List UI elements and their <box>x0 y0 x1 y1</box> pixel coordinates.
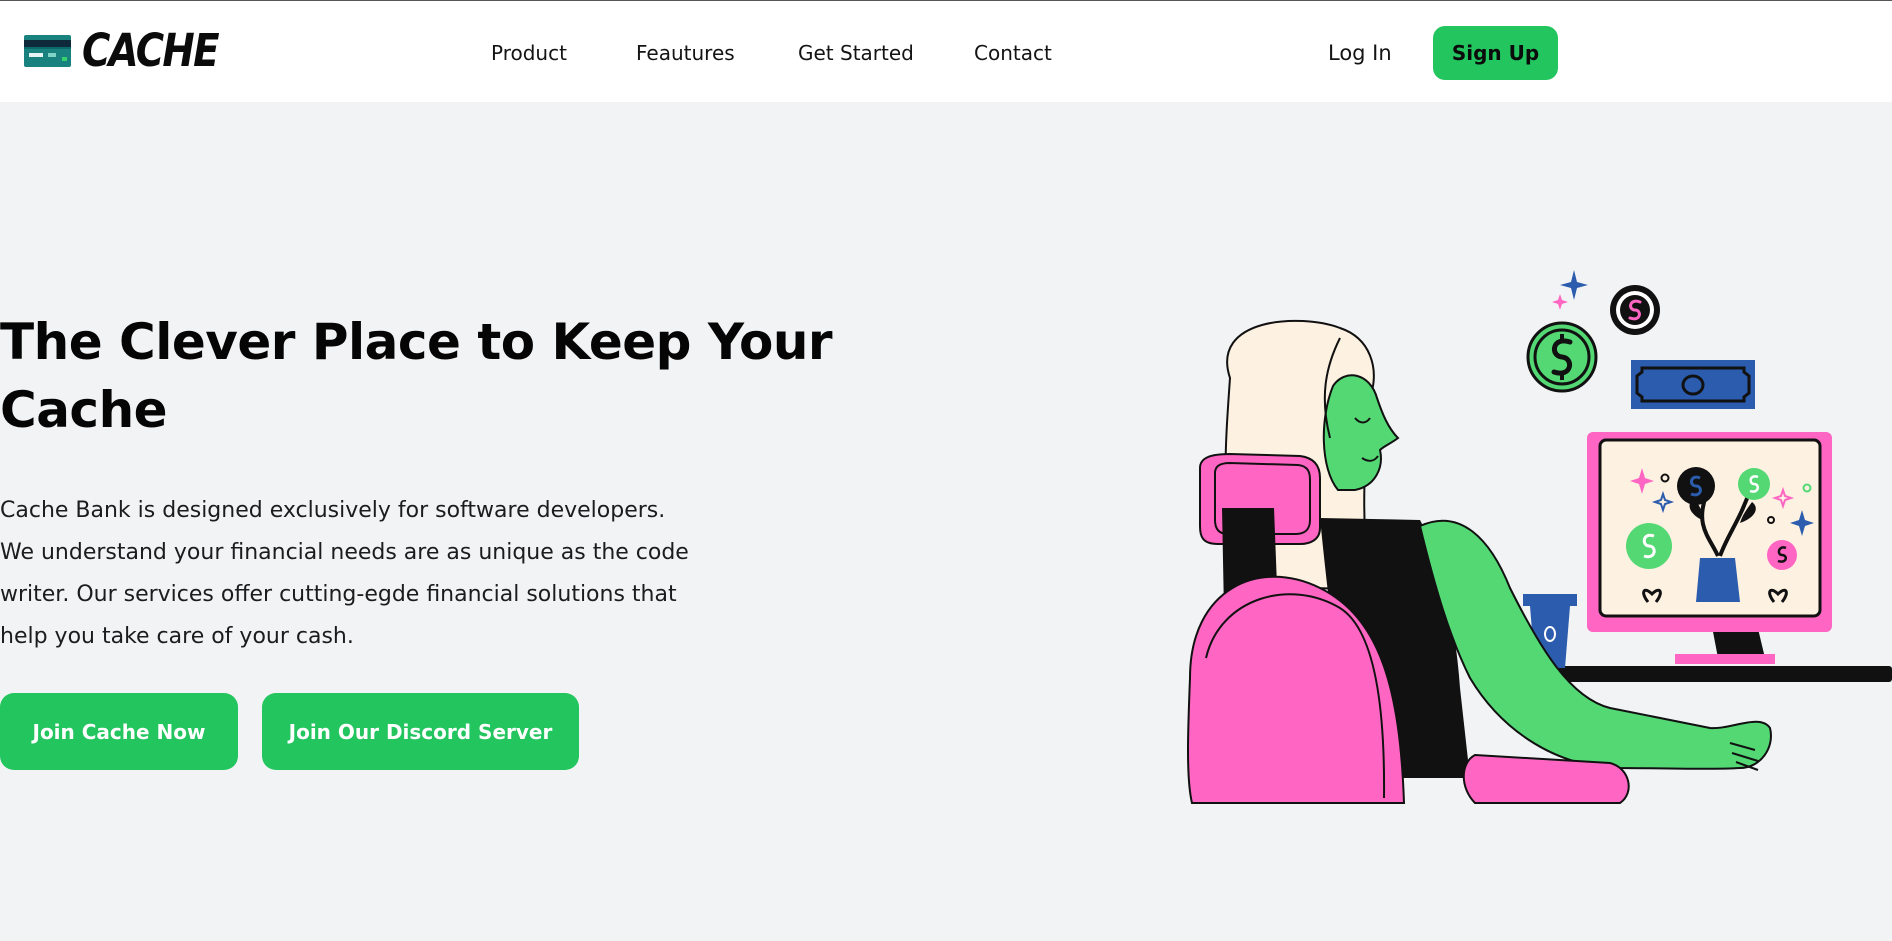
nav-link-product[interactable]: Product <box>491 41 567 65</box>
hero-title: The Clever Place to Keep Your Cache <box>0 313 833 439</box>
signup-button[interactable]: Sign Up <box>1433 26 1558 80</box>
dollar-coin-icon <box>1610 285 1660 335</box>
banknote-icon <box>1631 360 1755 409</box>
sparkle-icon <box>1552 294 1568 310</box>
nav-link-contact[interactable]: Contact <box>974 41 1052 65</box>
nav-link-features[interactable]: Feautures <box>636 41 735 65</box>
join-discord-button[interactable]: Join Our Discord Server <box>262 693 579 770</box>
credit-card-icon <box>24 34 71 67</box>
join-cache-button[interactable]: Join Cache Now <box>0 693 238 770</box>
brand-name: CACHE <box>82 24 220 77</box>
woman-at-computer-illustration <box>1187 270 1892 804</box>
login-link[interactable]: Log In <box>1328 41 1392 65</box>
monitor-icon <box>1587 432 1832 664</box>
hero-description: Cache Bank is designed exclusively for s… <box>0 498 689 649</box>
nav-link-get-started[interactable]: Get Started <box>798 41 914 65</box>
sparkle-icon <box>1560 270 1588 300</box>
dollar-coin-icon <box>1526 321 1598 393</box>
logo[interactable]: CACHE <box>24 28 240 73</box>
site-header: CACHE Product Feautures Get Started Cont… <box>0 1 1892 102</box>
